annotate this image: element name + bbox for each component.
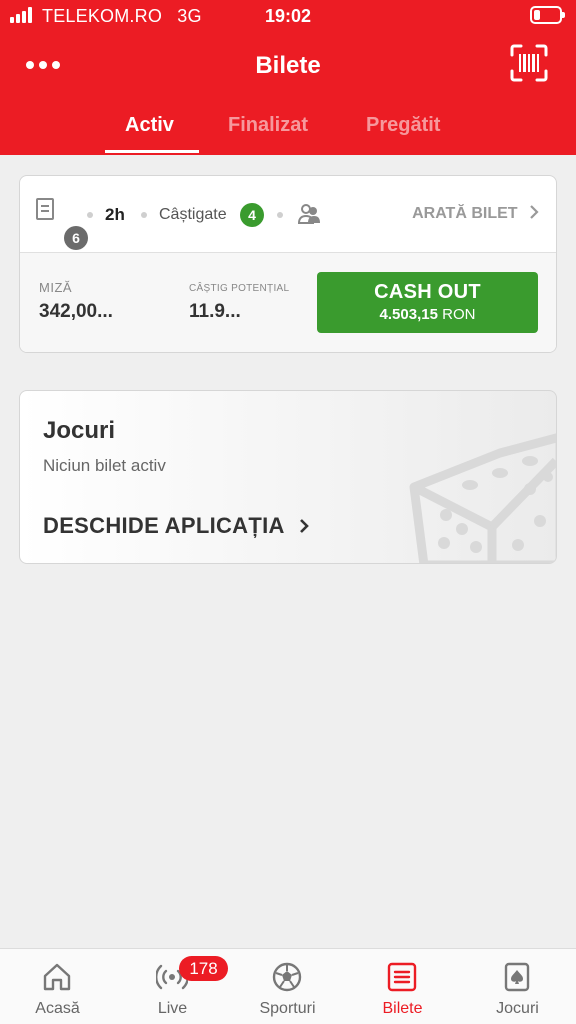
live-count-badge: 178 <box>179 956 228 981</box>
bottom-navigation: Acasă Live Sporturi Bilete Jocuri <box>0 948 576 1024</box>
dice-icon <box>409 433 556 563</box>
home-icon <box>43 963 71 991</box>
open-games-app-link[interactable]: DESCHIDE APLICAȚIA <box>43 513 310 539</box>
won-label: Câștigate <box>159 206 227 223</box>
tab-finalizat[interactable]: Finalizat <box>228 114 308 137</box>
separator-dot <box>277 212 283 218</box>
ticket-icon <box>387 962 417 992</box>
page-title: Bilete <box>255 52 321 79</box>
nav-label: Acasă <box>35 1000 80 1017</box>
nav-label: Jocuri <box>496 1000 539 1017</box>
tab-activ[interactable]: Activ <box>125 114 174 137</box>
status-bar: TELEKOM.RO 3G 19:02 <box>0 0 576 32</box>
people-icon <box>297 204 320 224</box>
app-header: TELEKOM.RO 3G 19:02 Bilete Activ Finaliz… <box>0 0 576 155</box>
nav-label: Live <box>157 1000 188 1017</box>
chevron-right-icon <box>300 519 310 533</box>
battery-icon <box>530 6 565 24</box>
barcode-scanner-button[interactable] <box>510 44 548 82</box>
ticket-amounts-row: MIZĂ 342,00... CÂȘTIG POTENȚIAL 11.9... … <box>20 253 556 352</box>
nav-item-jocuri[interactable]: Jocuri <box>460 949 575 1024</box>
separator-dot <box>141 212 147 218</box>
nav-item-sporturi[interactable]: Sporturi <box>230 949 345 1024</box>
stake-value: 342,00... <box>39 301 113 322</box>
nav-label: Bilete <box>382 1000 423 1017</box>
games-title: Jocuri <box>43 417 116 444</box>
active-tab-indicator <box>105 150 199 153</box>
stake-label: MIZĂ <box>39 280 73 295</box>
cash-out-button[interactable]: CASH OUT 4.503,15 RON <box>317 272 538 333</box>
cash-out-label: CASH OUT <box>374 281 481 303</box>
ticket-summary-row[interactable]: 6 2h Câștigate 4 ARATĂ BILET <box>20 176 556 253</box>
games-subtitle: Niciun bilet activ <box>43 456 166 475</box>
nav-item-acasa[interactable]: Acasă <box>0 949 115 1024</box>
nav-item-bilete[interactable]: Bilete <box>345 949 460 1024</box>
status-time: 19:02 <box>264 6 312 26</box>
ticket-events-icon: 6 <box>36 198 88 250</box>
potential-win-value: 11.9... <box>189 301 241 322</box>
open-games-app-label: DESCHIDE APLICAȚIA <box>43 513 284 538</box>
potential-win-label: CÂȘTIG POTENȚIAL <box>189 283 290 294</box>
tab-pregatit[interactable]: Pregătit <box>366 114 440 137</box>
events-count-badge: 6 <box>64 226 88 250</box>
active-ticket-card: 6 2h Câștigate 4 ARATĂ BILET MIZĂ 342,00… <box>19 175 557 353</box>
games-card: Jocuri Niciun bilet activ DESCHIDE APLIC… <box>19 390 557 564</box>
cash-out-amount-line: 4.503,15 RON <box>317 306 538 323</box>
nav-label: Sporturi <box>259 1000 316 1017</box>
won-count-badge: 4 <box>240 203 264 227</box>
playing-card-icon <box>504 962 530 992</box>
show-ticket-label: ARATĂ BILET <box>412 205 518 222</box>
time-remaining: 2h <box>105 205 125 224</box>
cash-out-amount: 4.503,15 <box>379 306 438 323</box>
soccer-ball-icon <box>272 962 302 992</box>
separator-dot <box>87 212 93 218</box>
cash-out-currency: RON <box>442 306 476 323</box>
chevron-right-icon <box>530 205 539 219</box>
show-ticket-link[interactable]: ARATĂ BILET <box>412 205 540 223</box>
